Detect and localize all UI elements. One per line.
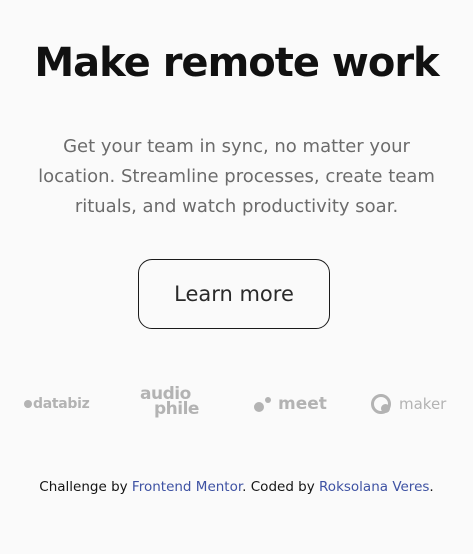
hero-description: Get your team in sync, no matter your lo… <box>38 136 435 217</box>
audiophile-logo-text-bottom: phile <box>154 399 199 419</box>
attribution: Challenge by Frontend Mentor. Coded by R… <box>0 479 473 495</box>
audiophile-logo: audio phile <box>140 386 199 419</box>
maker-circle-icon <box>371 394 391 414</box>
databiz-logo-text: databiz <box>33 396 90 412</box>
maker-logo-text: maker <box>399 395 447 413</box>
attribution-suffix: . <box>429 479 434 495</box>
learn-more-button[interactable]: Learn more <box>138 259 330 329</box>
frontend-mentor-link[interactable]: Frontend Mentor <box>132 479 242 495</box>
databiz-logo: databiz <box>24 396 90 412</box>
meet-logo-text: meet <box>278 394 327 414</box>
databiz-dot-icon <box>24 400 32 408</box>
attribution-prefix: Challenge by <box>39 479 132 495</box>
author-link[interactable]: Roksolana Veres <box>319 479 429 495</box>
meet-dots-icon <box>254 395 274 413</box>
client-logos: databiz audio phile meet maker <box>0 380 473 430</box>
attribution-middle: . Coded by <box>242 479 320 495</box>
hero-title: Make remote work <box>34 40 439 86</box>
landing-page: Make remote work Get your team in sync, … <box>0 0 473 554</box>
meet-logo: meet <box>254 394 327 414</box>
maker-logo: maker <box>371 394 446 414</box>
